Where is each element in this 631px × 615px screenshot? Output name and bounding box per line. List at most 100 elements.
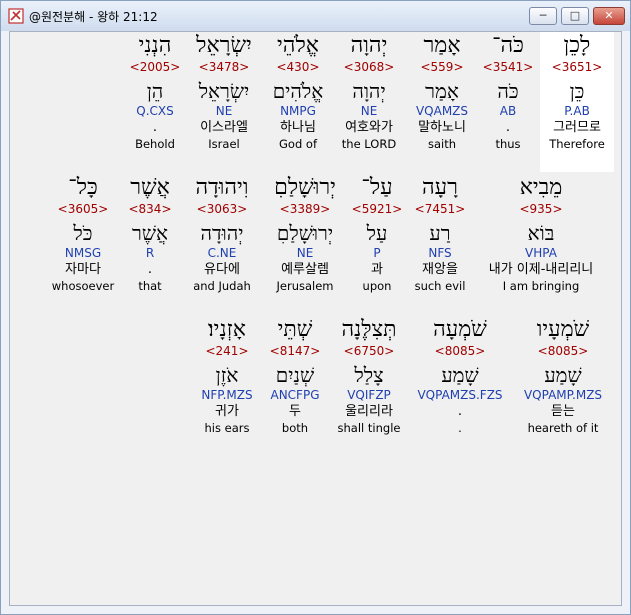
morphology-code: NE [215,104,233,118]
morphology-code: VQPAMZS.FZS [417,388,503,402]
morphology-code: Q.CXS [136,104,174,118]
word-column[interactable]: יְהוָה <3068> יְהוָה NE 여호와가 the LORD [334,32,404,152]
english-gloss: Israel [208,137,240,151]
strong-number[interactable]: <7451> [408,202,472,217]
root-word: בּוֹא [527,221,555,245]
strong-number[interactable]: <3389> [264,202,346,217]
word-column[interactable]: כֹּה־ <3541> כֹּה AB . thus [478,32,538,152]
morphology-code: C.NE [207,246,237,260]
root-word: הֵן [146,79,164,103]
root-word: יִשְׂרָאֵל [198,79,250,103]
morphology-code: P.AB [564,104,590,118]
word-column[interactable]: עַל־ <5921> עַל P 과 upon [348,174,406,294]
korean-gloss: . [147,262,153,277]
hebrew-word: כָּל־ [68,175,98,200]
english-gloss: the LORD [341,137,397,151]
word-column[interactable]: הִנְנִי <2005> הֵן Q.CXS . Behold [122,32,188,152]
hebrew-word: יִשְׂרָאֵל [196,33,252,58]
morphology-code: ANCFPG [270,388,320,402]
root-word: אֱלֹהִים [272,79,324,103]
minimize-button[interactable]: ─ [529,7,557,25]
hebrew-word: כֹּה־ [492,33,524,58]
word-column[interactable]: תְּצִלֶּנָה <6750> צָלַל VQIFZP 울리리라 sha… [330,316,408,436]
word-column[interactable]: אָמַר <559> אָמַר VQAMZS 말하노니 saith [406,32,478,152]
word-column[interactable]: כָּל־ <3605> כֹּל NMSG 자마다 whosoever [46,174,120,294]
strong-number[interactable]: <3478> [186,60,262,75]
morphology-code: VQAMZS [415,104,469,118]
close-icon: ✕ [604,9,614,22]
korean-gloss: 자마다 [65,262,101,277]
morphology-code: NMPG [280,104,316,118]
minimize-icon: ─ [539,9,547,22]
english-gloss: his ears [204,421,250,435]
word-column[interactable]: שְׁתֵּי <8147> שְׁנַיִם ANCFPG 두 both [262,316,328,436]
hebrew-word: אָמַר [423,33,461,58]
strong-number[interactable]: <3063> [182,202,262,217]
root-word: אֲשֶׁר [132,221,168,245]
app-window: @원전분해 - 왕하 21:12 ─ □ ✕ לָכֵן <3651> כֵּן… [0,0,631,615]
morphology-code: NFS [428,246,452,260]
word-column[interactable]: לָכֵן <3651> כֵּן P.AB 그러므로 Therefore [540,32,614,172]
maximize-button[interactable]: □ [561,7,589,25]
root-word: עַל [366,221,388,245]
strong-number[interactable]: <8147> [262,344,328,359]
morphology-code: AB [499,104,517,118]
english-gloss: such evil [414,279,466,293]
strong-number[interactable]: <5921> [348,202,406,217]
strong-number[interactable]: <8085> [410,344,510,359]
strong-number[interactable]: <3651> [540,60,614,75]
word-column[interactable]: אֱלֹהֵי <430> אֱלֹהִים NMPG 하나님 God of [264,32,332,152]
title-bar[interactable]: @원전분해 - 왕하 21:12 ─ □ ✕ [1,1,630,31]
hebrew-word: יְרוּשָׁלַםִ [274,175,336,200]
word-column[interactable]: יִשְׂרָאֵל <3478> יִשְׂרָאֵל NE 이스라엘 Isr… [186,32,262,152]
strong-number[interactable]: <6750> [330,344,408,359]
english-gloss: thus [495,137,521,151]
word-column[interactable]: יְרוּשָׁלַםִ <3389> יְרוּשָׁלַםִ NE 예루살렘… [264,174,346,294]
strong-number[interactable]: <241> [194,344,260,359]
hebrew-word: רָעָה [422,175,458,200]
english-gloss: . [458,421,462,435]
korean-gloss: 듣는 [551,404,575,419]
word-column[interactable]: שֹׁמְעָיו <8085> שָׁמַע VQPAMP.MZS 듣는 he… [518,316,608,436]
hebrew-word: אֲשֶׁר [130,175,170,200]
strong-number[interactable]: <2005> [122,60,188,75]
close-button[interactable]: ✕ [593,7,625,25]
korean-gloss: 말하노니 [418,120,466,135]
english-gloss: Therefore [549,137,605,151]
english-gloss: whosoever [51,279,115,293]
strong-number[interactable]: <3605> [46,202,120,217]
maximize-icon: □ [569,9,581,22]
app-logo-icon [8,8,24,24]
root-word: שָׁמַע [544,363,582,387]
root-word: אָמַר [425,79,459,103]
root-word: שְׁנַיִם [275,363,315,387]
word-column[interactable]: מֵבִיא <935> בּוֹא VHPA 내가 이제-내리리니 I am … [484,174,598,294]
word-column[interactable]: וִיהוּדָה <3063> יְהוּדָה C.NE 유다에 and J… [182,174,262,294]
strong-number[interactable]: <559> [406,60,478,75]
root-word: כֹּה [497,79,519,103]
word-column[interactable]: אָזְנָיו׃ <241> אֹזֶן NFP.MZS 귀가 his ear… [194,316,260,436]
korean-gloss: 유다에 [204,262,240,277]
word-column[interactable]: רָעָה <7451> רַע NFS 재앙을 such evil [408,174,472,294]
english-gloss: heareth of it [527,421,599,435]
strong-number[interactable]: <3068> [334,60,404,75]
strong-number[interactable]: <935> [484,202,598,217]
korean-gloss: 이스라엘 [200,120,248,135]
strong-number[interactable]: <3541> [478,60,538,75]
strong-number[interactable]: <430> [264,60,332,75]
korean-gloss: 재앙을 [422,262,458,277]
word-column[interactable]: אֲשֶׁר <834> אֲשֶׁר R . that [120,174,180,294]
hebrew-word: שֹׁמְעָה [433,317,487,342]
korean-gloss: 하나님 [280,120,316,135]
korean-gloss: 울리리라 [345,404,393,419]
english-gloss: and Judah [193,279,251,293]
strong-number[interactable]: <834> [120,202,180,217]
morphology-code: VQIFZP [347,388,391,402]
korean-gloss: 두 [289,404,301,419]
root-word: יְהוָה [352,79,386,103]
interlinear-view: לָכֵן <3651> כֵּן P.AB 그러므로 Therefore כֹ… [9,31,622,606]
word-column[interactable]: שֹׁמְעָה <8085> שָׁמַע VQPAMZS.FZS . . [410,316,510,436]
hebrew-word: עַל־ [361,175,393,200]
morphology-code: R [145,246,155,260]
strong-number[interactable]: <8085> [518,344,608,359]
